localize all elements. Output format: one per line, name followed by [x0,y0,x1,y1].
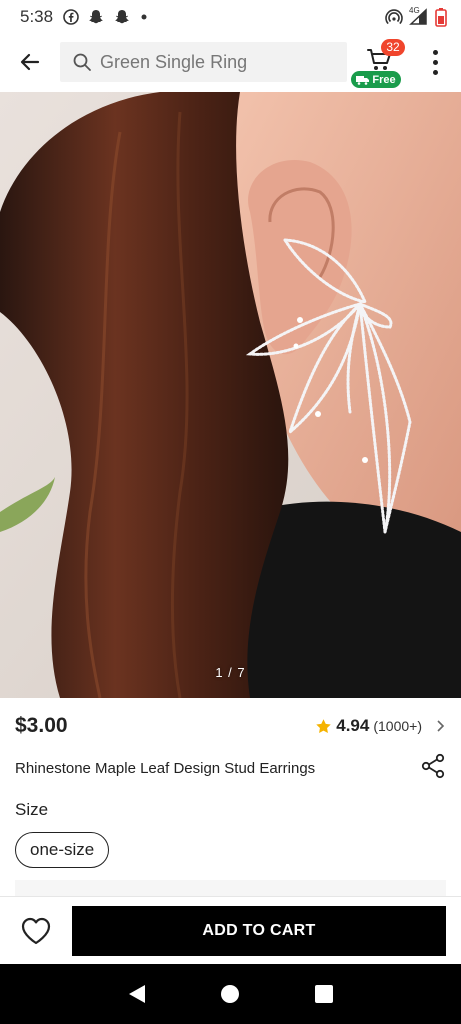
status-bar: 5:38 4G [0,0,461,34]
search-input[interactable]: Green Single Ring [60,42,347,82]
free-label: Free [372,73,396,86]
more-dot [432,59,438,65]
title-row: Rhinestone Maple Leaf Design Stud Earrin… [15,752,446,784]
product-price: $3.00 [15,714,68,737]
status-time: 5:38 [20,7,54,26]
dot-icon [139,12,149,22]
share-icon [421,753,445,778]
signal-icon: 4G [409,6,429,26]
cart-count-badge: 32 [381,39,405,56]
search-placeholder: Green Single Ring [100,51,248,72]
add-to-cart-button[interactable]: ADD TO CART [72,905,446,956]
rating-count: (1000+) [373,718,422,734]
snapchat-icon [113,8,131,26]
size-option-one-size[interactable]: one-size [15,832,110,868]
image-counter: 1 / 7 [215,665,246,680]
triangle-back-icon [128,985,145,1003]
cart-button[interactable]: 32 Free [351,34,411,90]
free-shipping-tag: Free [351,71,401,88]
chevron-right-icon [437,720,445,732]
heart-icon [21,917,51,944]
star-icon [316,718,331,733]
status-right: 4G [385,6,447,27]
back-button[interactable] [0,34,60,90]
system-nav-bar [0,964,461,1024]
network-type-label: 4G [409,6,420,15]
price-row: $3.00 4.94 (1000+) [15,712,446,740]
more-dot [432,49,438,55]
arrow-left-icon [20,53,40,71]
snapchat-icon [87,8,105,26]
facebook-icon [63,9,79,25]
product-image-gallery[interactable]: 1 / 7 [0,92,461,698]
nav-home-button[interactable] [210,974,250,1014]
more-dot [432,69,438,75]
truck-icon [356,75,370,85]
wishlist-button[interactable] [0,897,72,965]
product-photo [0,92,461,698]
rating-summary[interactable]: 4.94 (1000+) [315,716,446,736]
search-icon [73,53,91,71]
battery-icon [435,7,447,27]
nav-recents-button[interactable] [304,974,344,1014]
top-bar: Green Single Ring 32 Free [0,34,461,90]
more-options-button[interactable] [423,44,447,80]
status-left: 5:38 [20,7,149,27]
nav-back-button[interactable] [117,974,157,1014]
size-label: Size [15,800,49,819]
circle-home-icon [221,985,240,1003]
hotspot-icon [385,8,403,26]
share-button[interactable] [420,753,446,784]
bottom-action-bar: ADD TO CART [0,896,461,964]
square-recents-icon [315,985,334,1003]
rating-value: 4.94 [336,716,370,735]
product-title: Rhinestone Maple Leaf Design Stud Earrin… [15,759,316,777]
